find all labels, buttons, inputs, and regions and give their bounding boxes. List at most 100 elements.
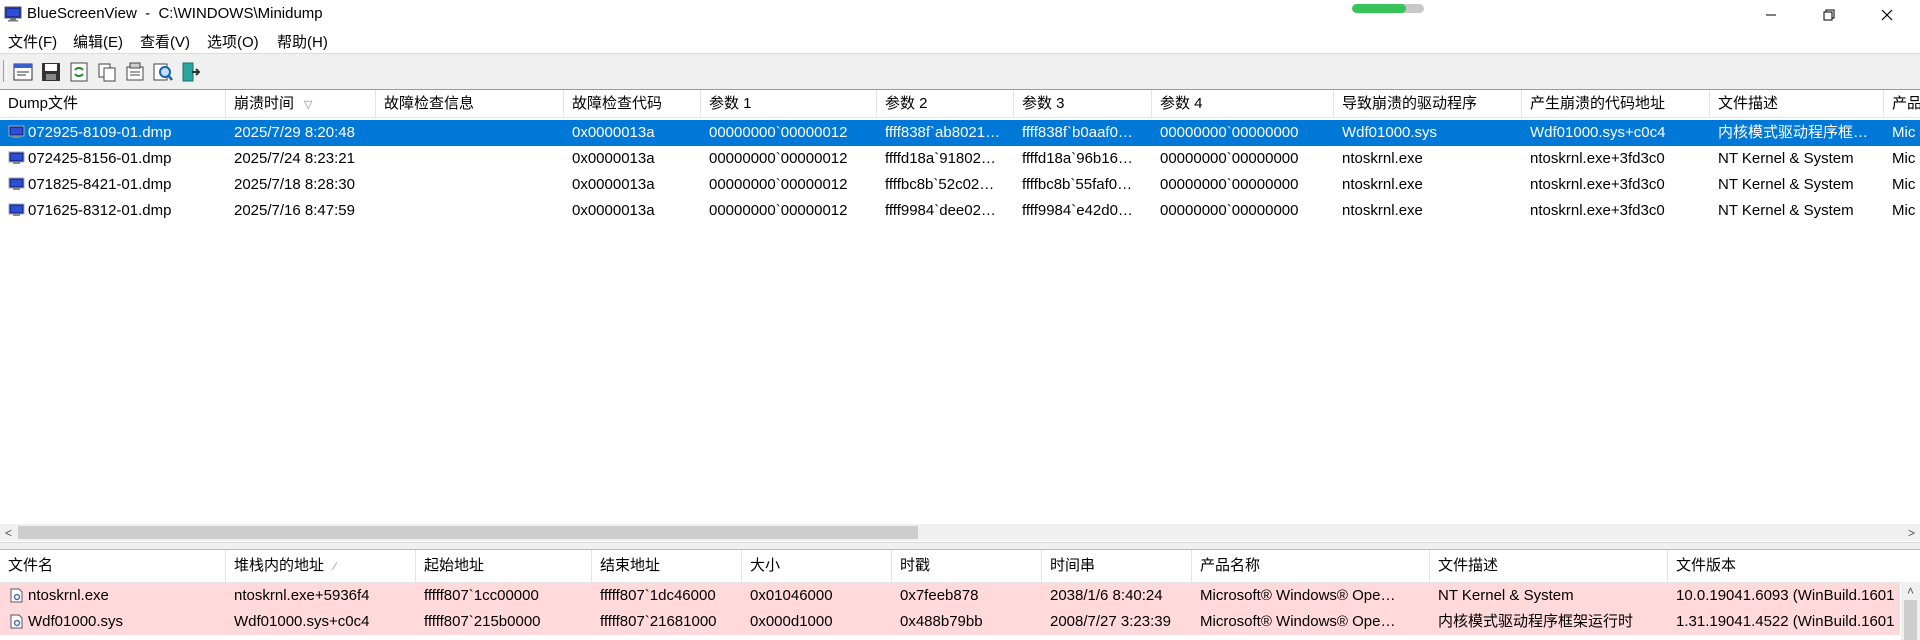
dump-cell: 00000000`00000012 <box>709 150 848 167</box>
column-header-from-address[interactable]: 起始地址 <box>416 550 592 582</box>
column-label: 文件描述 <box>1438 557 1499 574</box>
dump-cell: ntoskrnl.exe <box>1342 202 1423 219</box>
dump-row[interactable]: 072925-8109-01.dmp 2025/7/29 8:20:48 0x000… <box>0 120 1920 146</box>
module-cell: 0x488b79bb <box>900 613 983 630</box>
find-icon[interactable] <box>152 61 174 83</box>
restore-button[interactable] <box>1800 0 1858 30</box>
column-header-time-string[interactable]: 时间串 <box>1042 550 1192 582</box>
module-cell: 1.31.19041.4522 (WinBuild.1601 <box>1676 613 1895 630</box>
column-header-bugcheck-code[interactable]: 故障检查代码 <box>564 90 701 117</box>
dump-row[interactable]: 071825-8421-01.dmp 2025/7/18 8:28:30 0x000… <box>0 172 1920 198</box>
scrollbar-thumb[interactable] <box>1904 600 1917 640</box>
dump-cell: Wdf01000.sys <box>1342 124 1438 141</box>
column-header-caused-by-address[interactable]: 产生崩溃的代码地址 <box>1522 90 1710 117</box>
dump-file-icon <box>8 203 25 216</box>
sort-arrow-icon: ⁄ <box>334 561 336 573</box>
column-label: 崩溃时间 <box>234 95 295 112</box>
progress-fill <box>1352 4 1406 13</box>
dump-cell: 0x0000013a <box>572 150 655 167</box>
column-header-param-1[interactable]: 参数 1 <box>701 90 877 117</box>
column-header-file-description[interactable]: 文件描述 <box>1430 550 1668 582</box>
vertical-scrollbar[interactable]: ˄ <box>1901 582 1920 640</box>
module-cell: 内核模式驱动程序框架运行时 <box>1438 613 1634 630</box>
minimize-button[interactable] <box>1742 0 1800 30</box>
module-row[interactable]: ntoskrnl.exe ntoskrnl.exe+5936f4 fffff807`… <box>0 583 1900 609</box>
column-label: Dump文件 <box>8 95 79 112</box>
dump-cell: 2025/7/24 8:23:21 <box>234 150 355 167</box>
html-report-icon[interactable] <box>12 61 34 83</box>
module-cell: 0x000d1000 <box>750 613 833 630</box>
scrollbar-thumb[interactable] <box>18 526 918 539</box>
column-header-product-name[interactable]: 产品名称 <box>1192 550 1430 582</box>
column-header-address-in-stack[interactable]: 堆栈内的地址 ⁄ <box>226 550 416 582</box>
refresh-icon[interactable] <box>68 61 90 83</box>
module-cell: 2008/7/27 3:23:39 <box>1050 613 1171 630</box>
dump-cell: ntoskrnl.exe <box>1342 176 1423 193</box>
menu-view[interactable]: 查看(V) <box>140 31 190 52</box>
save-icon[interactable] <box>40 61 62 83</box>
minimize-icon <box>1766 14 1776 16</box>
module-cell: 2038/1/6 8:40:24 <box>1050 587 1163 604</box>
column-header-bugcheck-string[interactable]: 故障检查信息 <box>376 90 564 117</box>
dump-row[interactable]: 072425-8156-01.dmp 2025/7/24 8:23:21 0x000… <box>0 146 1920 172</box>
column-header-file-description[interactable]: 文件描述 <box>1710 90 1884 117</box>
module-cell: 0x7feeb878 <box>900 587 979 604</box>
column-label: 时间串 <box>1050 557 1096 574</box>
column-label: 产品 <box>1892 95 1920 112</box>
column-header-dump-file[interactable]: Dump文件 <box>0 90 226 117</box>
column-header-param-2[interactable]: 参数 2 <box>877 90 1014 117</box>
column-header-file-version[interactable]: 文件版本 <box>1668 550 1901 582</box>
dump-row[interactable]: 071625-8312-01.dmp 2025/7/16 8:47:59 0x000… <box>0 198 1920 224</box>
column-label: 产生崩溃的代码地址 <box>1530 95 1666 112</box>
close-button[interactable] <box>1858 0 1916 30</box>
dump-cell: ntoskrnl.exe <box>1342 150 1423 167</box>
menu-help[interactable]: 帮助(H) <box>277 31 328 52</box>
column-header-to-address[interactable]: 结束地址 <box>592 550 742 582</box>
horizontal-scrollbar[interactable]: < > <box>0 524 1920 541</box>
menu-file[interactable]: 文件(F) <box>8 31 57 52</box>
menu-bar: 文件(F) 编辑(E) 查看(V) 选项(O) 帮助(H) <box>0 30 1920 52</box>
pane-splitter[interactable] <box>0 542 1920 549</box>
dump-filename-cell: 071825-8421-01.dmp <box>28 176 172 193</box>
column-label: 参数 1 <box>709 95 752 112</box>
column-label: 结束地址 <box>600 557 661 574</box>
scroll-up-icon[interactable]: ˄ <box>1902 582 1919 599</box>
dump-cell: ntoskrnl.exe+3fd3c0 <box>1530 150 1665 167</box>
dump-cell: ffffbc8b`55faf0… <box>1022 176 1133 193</box>
properties-icon[interactable] <box>124 61 146 83</box>
dump-cell: ffffd18a`96b16… <box>1022 150 1133 167</box>
column-header-param-3[interactable]: 参数 3 <box>1014 90 1152 117</box>
toolbar-grip <box>3 60 7 82</box>
dump-cell: NT Kernel & System <box>1718 150 1854 167</box>
dump-cell: Mic <box>1892 124 1916 141</box>
copy-icon[interactable] <box>96 61 118 83</box>
scroll-right-icon[interactable]: > <box>1903 524 1920 541</box>
column-header-caused-by-driver[interactable]: 导致崩溃的驱动程序 <box>1334 90 1522 117</box>
column-header-crash-time[interactable]: 崩溃时间 ▽ <box>226 90 376 117</box>
dump-cell: 0x0000013a <box>572 202 655 219</box>
dump-list-header: Dump文件 崩溃时间 ▽ 故障检查信息 故障检查代码 参数 1 参数 2 参数 … <box>0 90 1920 118</box>
module-row[interactable]: Wdf01000.sys Wdf01000.sys+c0c4 fffff807`21… <box>0 609 1900 635</box>
column-header-param-4[interactable]: 参数 4 <box>1152 90 1334 117</box>
column-label: 导致崩溃的驱动程序 <box>1342 95 1478 112</box>
sort-arrow-icon: ▽ <box>304 99 313 111</box>
column-label: 参数 2 <box>885 95 928 112</box>
column-label: 时戳 <box>900 557 931 574</box>
dump-cell: ffff838f`b0aaf0… <box>1022 124 1133 141</box>
title-bar: BlueScreenView - C:\WINDOWS\Minidump <box>0 0 1920 30</box>
dump-cell: Mic <box>1892 202 1916 219</box>
module-cell: fffff807`1dc46000 <box>600 587 716 604</box>
dump-cell: 00000000`00000000 <box>1160 202 1299 219</box>
column-header-product[interactable]: 产品 <box>1884 90 1920 117</box>
column-header-timestamp[interactable]: 时戳 <box>892 550 1042 582</box>
column-header-size[interactable]: 大小 <box>742 550 892 582</box>
menu-edit[interactable]: 编辑(E) <box>73 31 123 52</box>
menu-options[interactable]: 选项(O) <box>207 31 259 52</box>
column-header-filename[interactable]: 文件名 <box>0 550 226 582</box>
dump-filename-cell: 072925-8109-01.dmp <box>28 124 172 141</box>
app-icon <box>4 6 22 22</box>
exit-icon[interactable] <box>180 61 202 83</box>
module-cell: Microsoft® Windows® Ope… <box>1200 613 1396 630</box>
scroll-left-icon[interactable]: < <box>0 524 17 541</box>
column-label: 大小 <box>750 557 781 574</box>
